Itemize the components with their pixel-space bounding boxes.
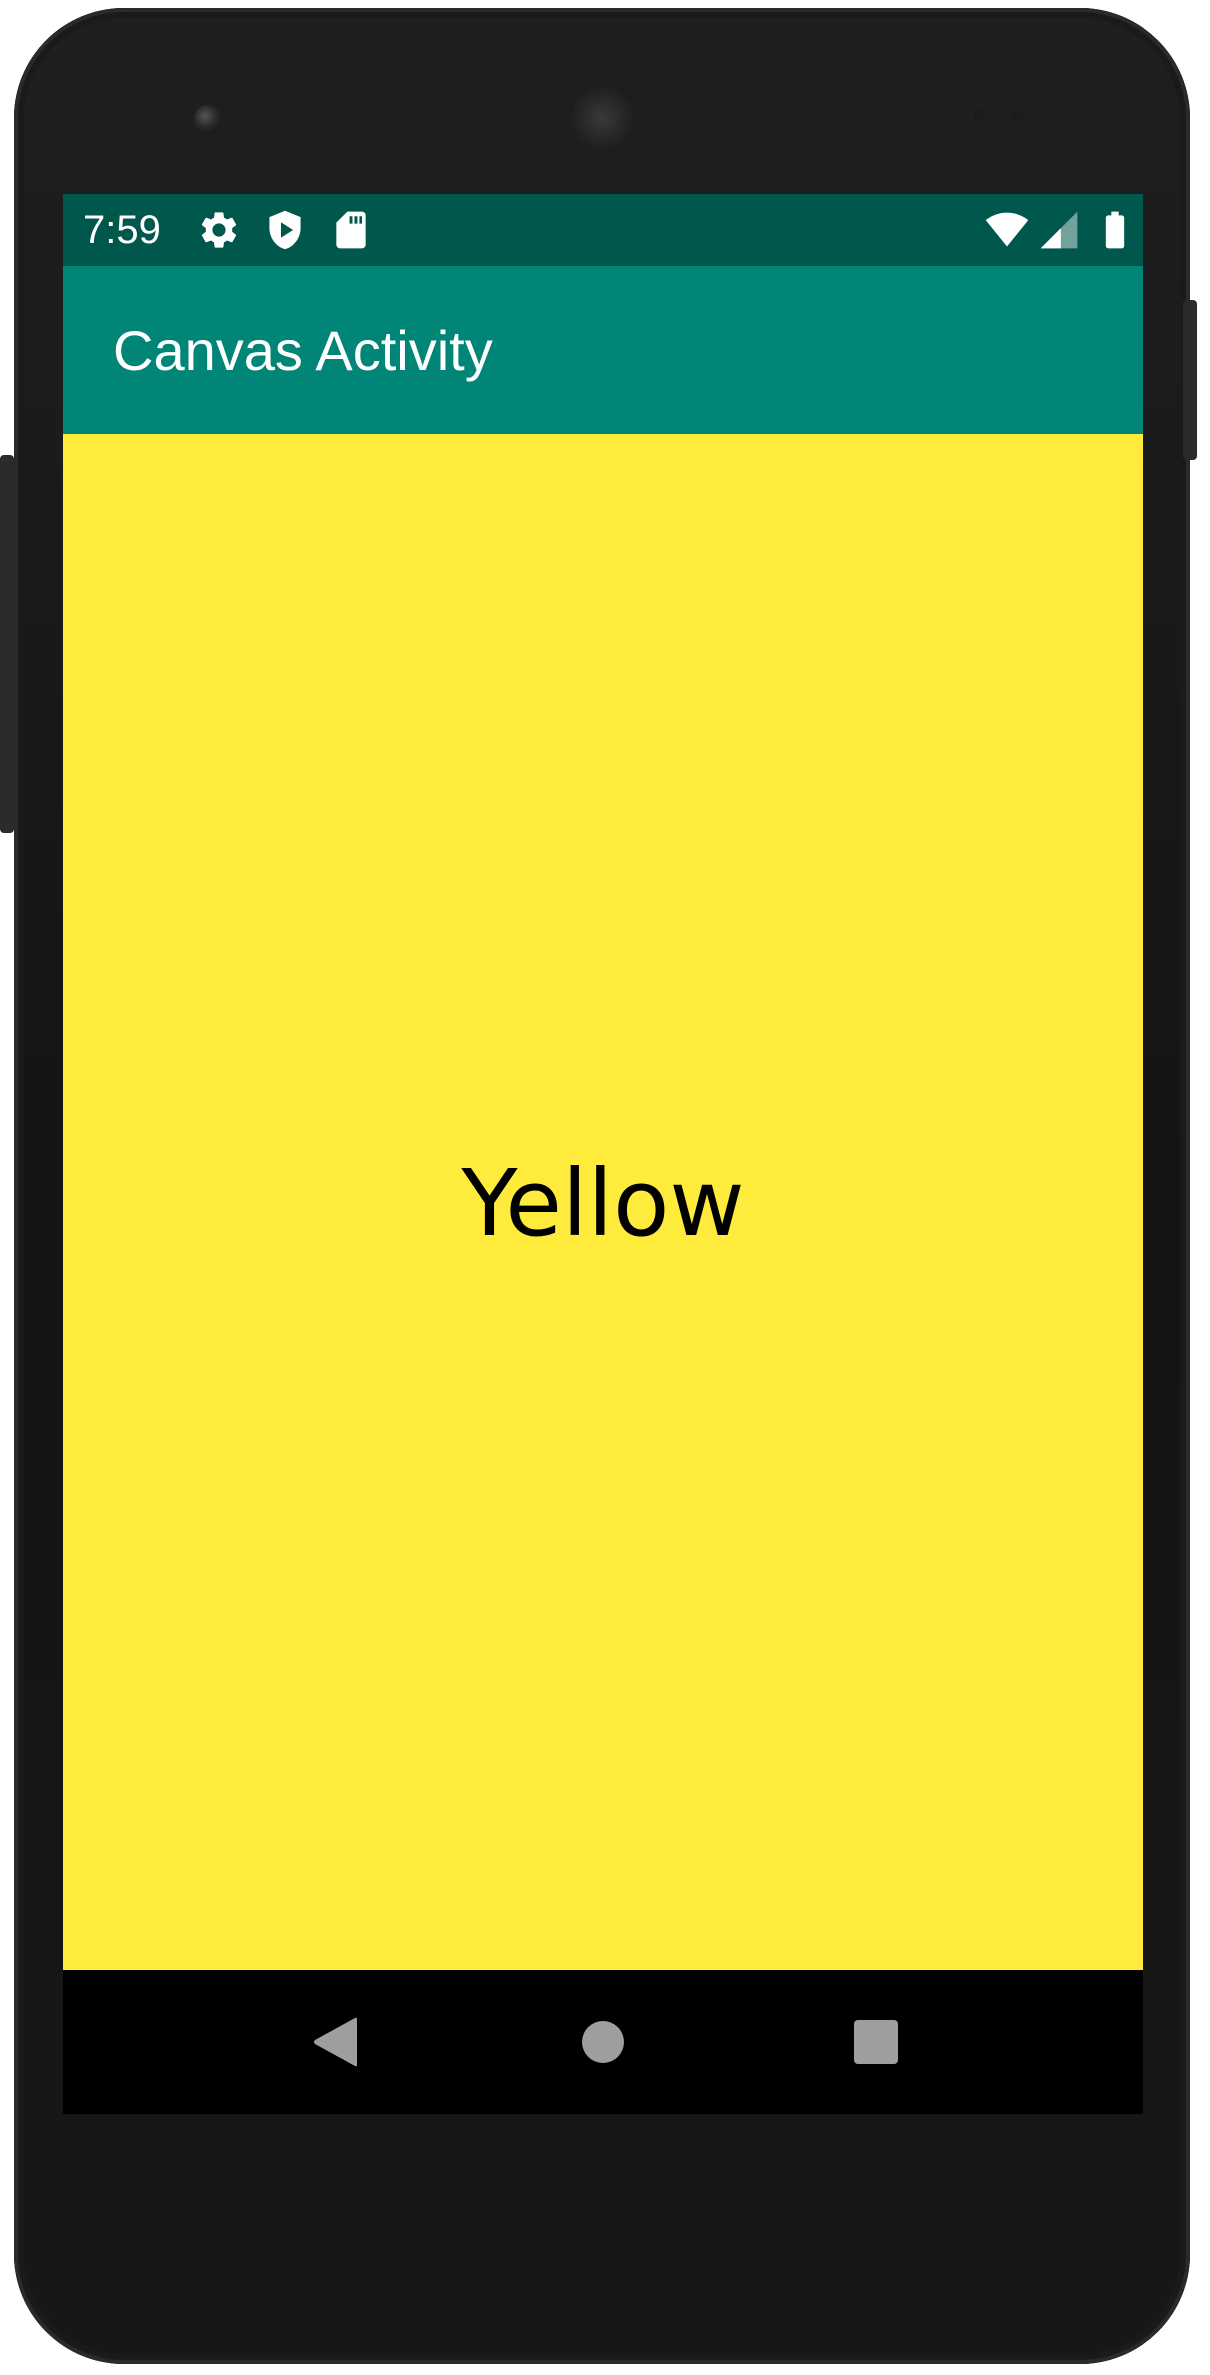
signal-icon bbox=[1037, 208, 1081, 252]
shield-play-icon bbox=[263, 208, 307, 252]
status-bar: 7:59 bbox=[63, 194, 1143, 266]
recents-icon[interactable] bbox=[849, 2015, 903, 2069]
light-sensor bbox=[1010, 108, 1024, 122]
status-time: 7:59 bbox=[83, 208, 161, 252]
home-icon[interactable] bbox=[576, 2015, 630, 2069]
device-screen: 7:59 Canvas Activity Yellow bbox=[63, 194, 1143, 2114]
back-icon[interactable] bbox=[309, 2015, 363, 2069]
wifi-icon bbox=[985, 208, 1029, 252]
color-name-label: Yellow bbox=[461, 1150, 745, 1257]
app-bar: Canvas Activity bbox=[63, 266, 1143, 434]
front-camera bbox=[194, 105, 222, 133]
app-title: Canvas Activity bbox=[113, 319, 493, 382]
navigation-bar bbox=[63, 1970, 1143, 2114]
volume-button[interactable] bbox=[0, 455, 14, 833]
sd-card-icon bbox=[329, 208, 373, 252]
canvas-view[interactable]: Yellow bbox=[63, 434, 1143, 1970]
battery-icon bbox=[1093, 208, 1137, 252]
proximity-sensor bbox=[972, 108, 986, 122]
earpiece-speaker bbox=[574, 90, 630, 146]
gear-icon bbox=[197, 208, 241, 252]
power-button[interactable] bbox=[1183, 300, 1197, 460]
